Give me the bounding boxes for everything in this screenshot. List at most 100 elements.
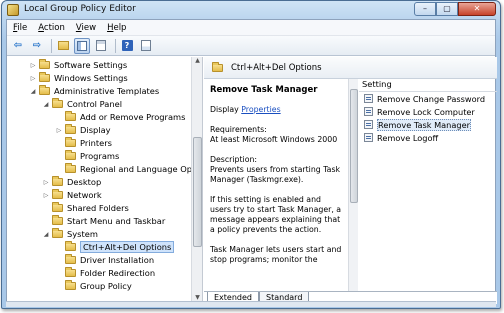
status-bar [6,301,496,307]
tree-node-selected[interactable]: Ctrl+Alt+Del Options [55,241,175,253]
tree-node[interactable]: ▷ Network [42,189,102,201]
folder-icon [52,98,63,108]
menu-action[interactable]: Action [32,20,70,35]
description-paragraph: Task Manager lets users start and stop p… [210,245,342,264]
folder-icon [65,124,76,134]
policy-description-panel: Remove Task Manager Display Properties R… [204,79,348,291]
expander-icon[interactable]: ▷ [29,62,37,69]
menu-action-label: ction [43,23,65,33]
folder-icon [52,228,63,238]
folder-icon [52,202,63,212]
scroll-up-arrow-icon[interactable]: ▲ [192,57,202,67]
tree-node-label: Software Settings [54,60,128,70]
list-item[interactable]: Remove Change Password [359,92,497,105]
show-hide-tree-icon[interactable] [74,37,90,54]
help-icon[interactable]: ? [119,38,135,54]
tree-node[interactable]: Start Menu and Taskbar [42,215,165,227]
tree-node[interactable]: Folder Redirection [55,267,155,279]
tree-scrollbar[interactable]: ▲ ▼ [191,57,202,304]
tree-node[interactable]: Regional and Language Optio [55,163,202,175]
description-paragraph: If this setting is enabled and users try… [210,195,342,234]
list-item-label: Remove Change Password [377,93,486,104]
app-window: Local Group Policy Editor – ▢ ✕ File Act… [1,0,501,309]
tree-node-label: Shared Folders [67,203,129,213]
menu-file[interactable]: File [7,20,32,35]
toolbar-divider [115,38,116,53]
tree-node[interactable]: ▷ Desktop [42,176,101,188]
tree-node[interactable]: ▷ Windows Settings [29,72,128,84]
folder-icon [39,59,50,69]
tree-node-label: Driver Installation [80,255,155,265]
tree-node[interactable]: Printers [55,137,112,149]
folder-icon [52,176,63,186]
list-item-label: Remove Lock Computer [377,106,475,117]
tree-node[interactable]: ◢ Control Panel [42,98,122,110]
menu-view[interactable]: View [70,20,101,35]
properties-link[interactable]: Properties [241,105,280,114]
policy-setting-icon [364,107,373,116]
folder-icon [65,280,76,290]
tree-node[interactable]: ◢ Administrative Templates [29,85,159,97]
expander-icon[interactable]: ◢ [42,101,50,108]
menu-file-label: ile [17,23,28,33]
tree-node-label: System [67,229,98,239]
back-arrow-icon[interactable]: ⇦ [10,38,26,54]
close-button[interactable]: ✕ [458,2,496,16]
tree-node[interactable]: Programs [55,150,119,162]
scroll-thumb[interactable] [350,89,358,203]
properties-sheet-icon[interactable] [138,38,154,54]
tree-node-label: Control Panel [67,99,123,109]
toolbar-divider [51,38,52,53]
description-scrollbar[interactable] [348,79,358,291]
list-item[interactable]: Remove Lock Computer [359,105,497,118]
forward-arrow-icon[interactable]: ⇨ [29,38,45,54]
tree-node[interactable]: Driver Installation [55,254,154,266]
tree-node[interactable]: Add or Remove Programs [55,111,185,123]
list-item-selected[interactable]: Remove Task Manager [359,118,497,131]
minimize-button[interactable]: – [414,2,436,16]
tree-node-label: Programs [80,151,120,161]
up-folder-icon[interactable] [55,38,71,54]
tree-node[interactable]: Shared Folders [42,202,129,214]
tree-node-label: Add or Remove Programs [80,112,186,122]
requirements: Requirements: At least Microsoft Windows … [210,125,342,145]
help-glyph: ? [121,40,133,51]
folder-icon [52,189,63,199]
group-policy-app-icon [7,4,19,16]
policy-title: Remove Task Manager [210,85,318,95]
export-list-icon[interactable] [93,38,109,54]
toolbar: ⇦ ⇨ ? [7,36,495,56]
maximize-button[interactable]: ▢ [436,2,458,16]
column-header-setting[interactable]: Setting [359,79,497,92]
expander-icon[interactable]: ◢ [29,88,37,95]
tree-node-label: Printers [80,138,112,148]
folder-icon [65,254,76,264]
tree-node-label: Windows Settings [54,73,128,83]
policy-setting-icon [364,133,373,142]
policy-setting-icon [364,94,373,103]
tree-node-label: Administrative Templates [54,86,160,96]
tree-node[interactable]: ▷ Display [55,124,111,136]
folder-icon [65,163,76,173]
expander-icon[interactable]: ▷ [29,75,37,82]
tree-node[interactable]: Group Policy [55,280,132,292]
display-properties-line: Display Properties [210,105,342,115]
tree-node-label: Start Menu and Taskbar [67,216,166,226]
title-bar[interactable]: Local Group Policy Editor – ▢ ✕ [2,1,500,19]
requirements-label: Requirements: [210,125,267,134]
tree-node[interactable]: ◢ System [42,228,98,240]
scroll-thumb[interactable] [193,137,202,247]
tree-node[interactable]: ▷ Software Settings [29,59,127,71]
tree-node-label: Ctrl+Alt+Del Options [80,241,175,253]
list-item[interactable]: Remove Logoff [359,131,497,144]
menu-help-label: elp [113,23,127,33]
open-folder-icon [65,241,76,251]
menu-help[interactable]: Help [101,20,131,35]
expander-icon[interactable]: ▷ [55,127,63,134]
expander-icon[interactable]: ▷ [42,192,50,199]
details-header-title: Ctrl+Alt+Del Options [231,62,322,73]
expander-icon[interactable]: ◢ [42,231,50,238]
list-item-label: Remove Task Manager [377,118,471,131]
window-controls: – ▢ ✕ [414,2,496,16]
expander-icon[interactable]: ▷ [42,179,50,186]
